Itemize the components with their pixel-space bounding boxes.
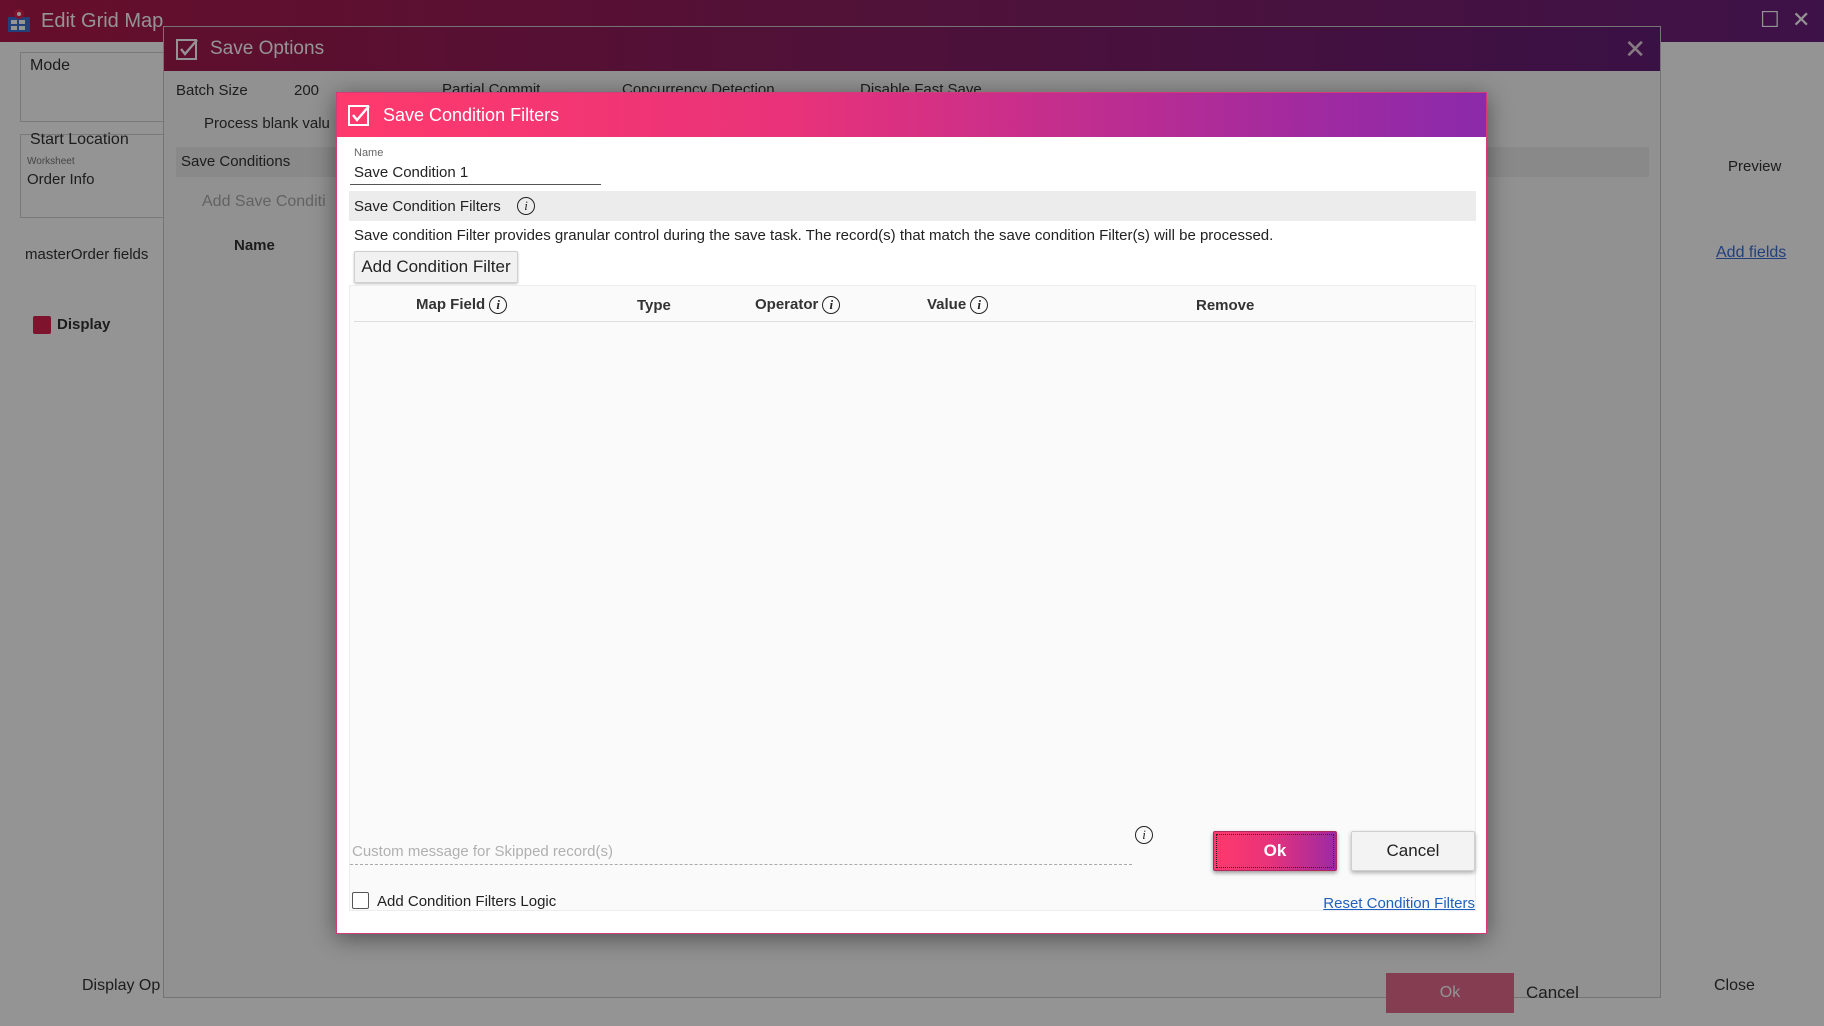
operator-column-label: Operator (755, 296, 819, 313)
name-caption: Name (354, 147, 384, 159)
cancel-button[interactable]: Cancel (1351, 831, 1475, 871)
operator-column-header: Operator i (755, 296, 841, 315)
custom-message-input[interactable] (350, 839, 1132, 865)
dialog-title-bar: Save Condition Filters (337, 93, 1486, 137)
grid-header-row: Map Field i Type Operator i Value i Remove (354, 286, 1473, 322)
ok-button[interactable]: Ok (1213, 831, 1337, 871)
reset-condition-filters-link[interactable]: Reset Condition Filters (1323, 895, 1475, 912)
info-icon[interactable]: i (1135, 826, 1153, 844)
value-column-header: Value i (927, 296, 989, 315)
add-condition-filters-logic-checkbox[interactable] (352, 892, 369, 909)
value-column-label: Value (927, 296, 967, 313)
map-field-column-header: Map Field i (416, 296, 508, 315)
type-column-header: Type (637, 297, 671, 314)
name-field[interactable] (350, 161, 601, 185)
filters-section-header: Save Condition Filters i (349, 191, 1476, 221)
remove-column-header: Remove (1196, 297, 1255, 314)
filters-section-title: Save Condition Filters (354, 198, 501, 215)
filters-description: Save condition Filter provides granular … (354, 227, 1274, 244)
save-condition-filters-dialog: Save Condition Filters Name Save Conditi… (336, 92, 1487, 934)
condition-filters-grid: Map Field i Type Operator i Value i Remove (349, 285, 1476, 911)
info-icon[interactable]: i (517, 197, 535, 215)
checkbox-icon (348, 105, 370, 126)
info-icon[interactable]: i (489, 296, 508, 315)
add-condition-filters-logic-label[interactable]: Add Condition Filters Logic (377, 893, 556, 910)
add-condition-filter-button[interactable]: Add Condition Filter (354, 251, 518, 283)
map-field-column-label: Map Field (416, 296, 486, 313)
dialog-title: Save Condition Filters (383, 105, 560, 125)
info-icon[interactable]: i (822, 296, 841, 315)
info-icon[interactable]: i (970, 296, 989, 315)
